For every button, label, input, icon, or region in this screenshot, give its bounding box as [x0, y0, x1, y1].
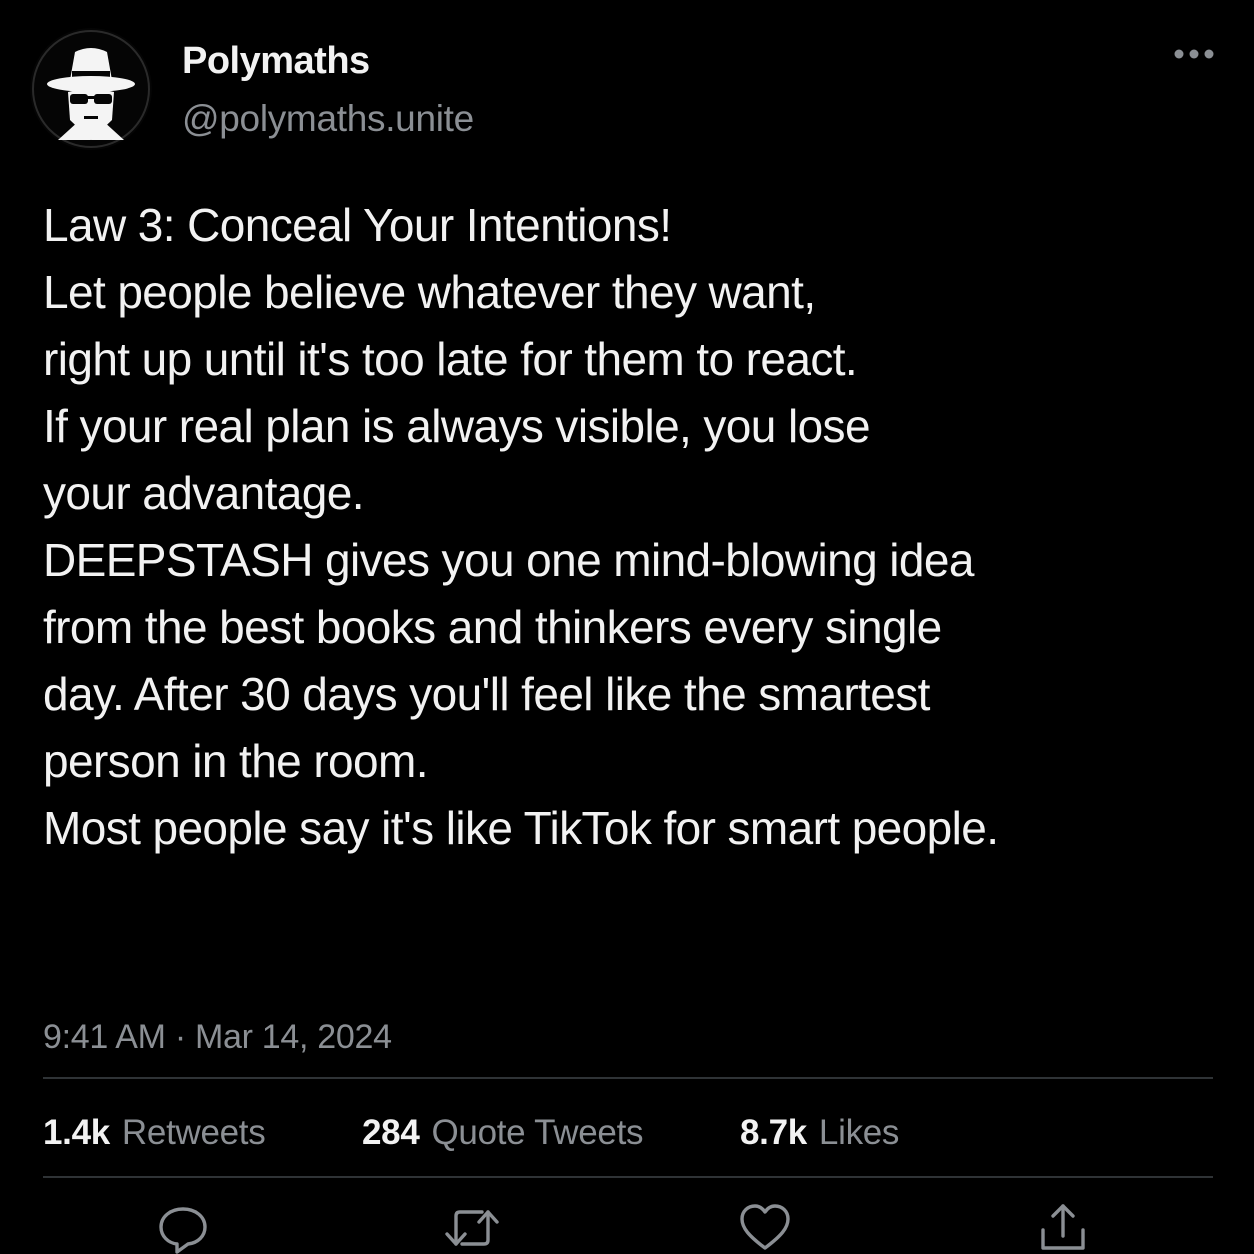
tweet-text-line: day. After 30 days you'll feel like the … — [43, 668, 930, 720]
tweet-time: 9:41 AM — [43, 1018, 166, 1056]
tweet-text-line: If your real plan is always visible, you… — [43, 400, 871, 452]
tweet-text-line: person in the room. — [43, 735, 429, 787]
reply-icon — [159, 1207, 207, 1254]
tweet-text-line: Law 3: Conceal Your Intentions! — [43, 199, 672, 251]
likes-stat[interactable]: 8.7k Likes — [740, 1113, 899, 1153]
quote-tweets-count: 284 — [362, 1113, 420, 1152]
likes-label: Likes — [818, 1113, 900, 1152]
tweet-text-line: Most people say it's like TikTok for sma… — [43, 802, 999, 854]
tweet-timestamp[interactable]: 9:41 AM · Mar 14, 2024 — [43, 1018, 392, 1057]
tweet-date: Mar 14, 2024 — [195, 1018, 392, 1056]
author-handle[interactable]: @polymaths.unite — [182, 98, 474, 140]
quote-tweets-label: Quote Tweets — [431, 1113, 644, 1152]
divider — [43, 1077, 1213, 1079]
likes-count: 8.7k — [740, 1113, 807, 1152]
retweets-stat[interactable]: 1.4k Retweets — [43, 1113, 266, 1153]
tweet-text-line: right up until it's too late for them to… — [43, 333, 858, 385]
like-icon — [740, 1204, 790, 1250]
share-button[interactable] — [1035, 1200, 1091, 1254]
spy-hat-sunglasses-icon — [30, 28, 152, 150]
like-button[interactable] — [737, 1200, 793, 1254]
tweet-text-line: DEEPSTASH gives you one mind-blowing ide… — [43, 534, 974, 586]
author-display-name[interactable]: Polymaths — [182, 40, 370, 83]
retweets-label: Retweets — [121, 1113, 266, 1152]
share-icon — [1041, 1204, 1085, 1250]
avatar[interactable] — [30, 28, 152, 150]
more-options-button[interactable] — [1166, 36, 1222, 72]
tweet-text: Law 3: Conceal Your Intentions! Let peop… — [43, 192, 1223, 862]
tweet-text-line: from the best books and thinkers every s… — [43, 601, 942, 653]
retweet-button[interactable] — [444, 1200, 500, 1254]
divider — [43, 1176, 1213, 1178]
reply-button[interactable] — [155, 1200, 211, 1254]
retweet-icon — [445, 1210, 499, 1246]
quote-tweets-stat[interactable]: 284 Quote Tweets — [362, 1113, 644, 1153]
tweet-text-line: Let people believe whatever they want, — [43, 266, 816, 318]
meta-separator: · — [174, 1018, 186, 1056]
tweet-text-line: your advantage. — [43, 467, 365, 519]
retweets-count: 1.4k — [43, 1113, 110, 1152]
more-horizontal-icon — [1174, 49, 1214, 59]
